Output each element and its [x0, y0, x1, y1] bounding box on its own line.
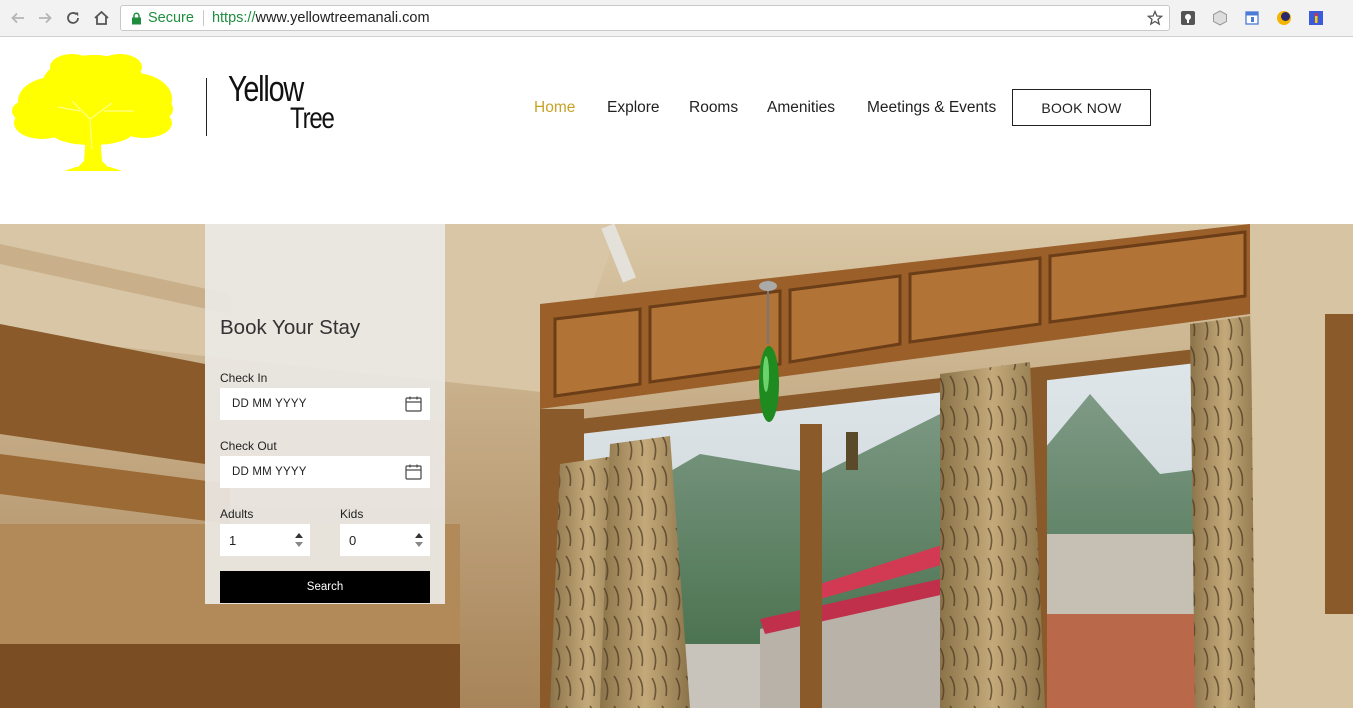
- check-in-field[interactable]: DD MM YYYY: [220, 388, 430, 420]
- search-button[interactable]: Search: [220, 571, 430, 603]
- extension-3-icon[interactable]: [1243, 9, 1261, 27]
- hero-room-image: [0, 224, 1353, 708]
- nav-meetings-events[interactable]: Meetings & Events: [867, 99, 996, 117]
- forward-icon[interactable]: [34, 7, 56, 29]
- calendar-icon[interactable]: [405, 464, 422, 480]
- extension-2-icon[interactable]: [1211, 9, 1229, 27]
- lock-icon: [129, 11, 143, 25]
- nav-home[interactable]: Home: [534, 99, 575, 117]
- adults-value: 1: [229, 532, 237, 548]
- reload-icon[interactable]: [62, 7, 84, 29]
- home-icon[interactable]: [90, 7, 112, 29]
- booking-panel: Book Your Stay Check In DD MM YYYY Check…: [205, 224, 445, 604]
- spinner-arrows-icon[interactable]: [414, 531, 424, 549]
- back-icon[interactable]: [7, 7, 29, 29]
- browser-toolbar: Secure https:// www.yellowtreemanali.com: [0, 0, 1353, 37]
- check-in-value: DD MM YYYY: [232, 398, 307, 410]
- address-divider: [202, 10, 204, 26]
- nav-rooms[interactable]: Rooms: [689, 99, 738, 117]
- spinner-arrows-icon[interactable]: [294, 531, 304, 549]
- adults-label: Adults: [220, 507, 254, 521]
- secure-label: Secure: [148, 10, 194, 26]
- extension-5-icon[interactable]: [1307, 9, 1325, 27]
- address-bar[interactable]: Secure https:// www.yellowtreemanali.com: [120, 5, 1170, 31]
- nav-amenities[interactable]: Amenities: [767, 99, 835, 117]
- extension-4-icon[interactable]: [1275, 9, 1293, 27]
- adults-stepper[interactable]: 1: [220, 524, 310, 556]
- check-out-value: DD MM YYYY: [232, 466, 307, 478]
- check-out-label: Check Out: [220, 439, 277, 453]
- site-header: Yellow Tree Home Explore Rooms Amenities…: [0, 37, 1353, 224]
- check-in-label: Check In: [220, 371, 268, 385]
- extension-1-icon[interactable]: [1179, 9, 1197, 27]
- hero-banner: Book Your Stay Check In DD MM YYYY Check…: [0, 224, 1353, 708]
- book-now-button[interactable]: BOOK NOW: [1012, 89, 1151, 126]
- kids-stepper[interactable]: 0: [340, 524, 430, 556]
- calendar-icon[interactable]: [405, 396, 422, 412]
- nav-explore[interactable]: Explore: [607, 99, 660, 117]
- check-out-field[interactable]: DD MM YYYY: [220, 456, 430, 488]
- bookmark-star-icon[interactable]: [1146, 9, 1164, 27]
- url-host: www.yellowtreemanali.com: [255, 10, 430, 26]
- booking-title: Book Your Stay: [220, 316, 361, 339]
- kids-value: 0: [349, 532, 357, 548]
- url-scheme: https://: [211, 10, 256, 26]
- kids-label: Kids: [340, 507, 364, 521]
